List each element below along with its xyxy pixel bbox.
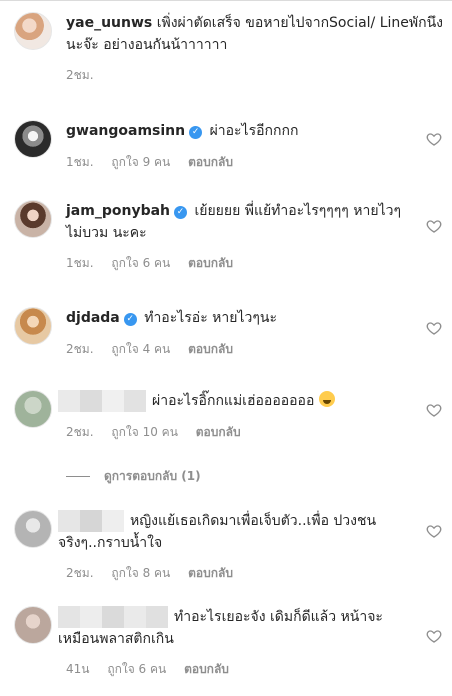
heart-outline-icon[interactable] [426,523,444,541]
comment-likes[interactable]: ถูกใจ 6 คน [107,662,166,676]
comment-time: 41น [66,662,90,676]
comment-likes[interactable]: ถูกใจ 9 คน [111,155,170,169]
comment-text: ทำอะไรอ่ะ หายไวๆนะ [144,310,277,326]
avatar[interactable] [14,307,52,345]
avatar[interactable] [14,12,52,50]
view-replies-button[interactable]: ดูการตอบกลับ (1) [66,467,201,486]
comment-time: 2ชม. [66,425,94,439]
avatar[interactable] [14,390,52,428]
avatar[interactable] [14,606,52,644]
comment-username[interactable]: jam_ponybah [66,203,170,219]
comment-time: 2ชม. [66,342,94,356]
avatar[interactable] [14,510,52,548]
verified-badge-icon: ✓ [189,126,203,139]
avatar[interactable] [14,200,52,238]
blurred-username [58,390,146,412]
comment-likes[interactable]: ถูกใจ 6 คน [111,256,170,270]
reply-button[interactable]: ตอบกลับ [188,566,233,580]
comment-username[interactable]: gwangoamsinn [66,123,185,139]
blurred-username [58,510,124,532]
heart-outline-icon[interactable] [426,320,444,338]
heart-outline-icon[interactable] [426,218,444,236]
face-with-tears-of-joy-icon [318,391,335,407]
divider-line [66,476,90,477]
caption-time: 2ชม. [66,68,94,82]
reply-button[interactable]: ตอบกลับ [188,155,233,169]
top-divider [0,0,452,1]
verified-badge-icon: ✓ [123,313,137,326]
comment-username[interactable]: djdada [66,310,120,326]
comment-likes[interactable]: ถูกใจ 8 คน [111,566,170,580]
comment-likes[interactable]: ถูกใจ 4 คน [111,342,170,356]
view-replies-label: ดูการตอบกลับ (1) [104,469,201,483]
comment-time: 1ชม. [66,256,94,270]
verified-badge-icon: ✓ [174,206,188,219]
heart-outline-icon[interactable] [426,131,444,149]
comment-likes[interactable]: ถูกใจ 10 คน [111,425,178,439]
avatar[interactable] [14,120,52,158]
comment-text: ผ่าอะไรอิ๊กกแม่เฮ่อออออออ [152,393,315,409]
blurred-username [58,606,168,628]
caption-username[interactable]: yae_uunws [66,15,152,31]
reply-button[interactable]: ตอบกลับ [188,256,233,270]
reply-button[interactable]: ตอบกลับ [184,662,229,676]
heart-outline-icon[interactable] [426,402,444,420]
comment-text: ผ่าอะไรอีกกกก [209,123,299,139]
reply-button[interactable]: ตอบกลับ [196,425,241,439]
comment-time: 1ชม. [66,155,94,169]
comment-time: 2ชม. [66,566,94,580]
heart-outline-icon[interactable] [426,628,444,646]
reply-button[interactable]: ตอบกลับ [188,342,233,356]
